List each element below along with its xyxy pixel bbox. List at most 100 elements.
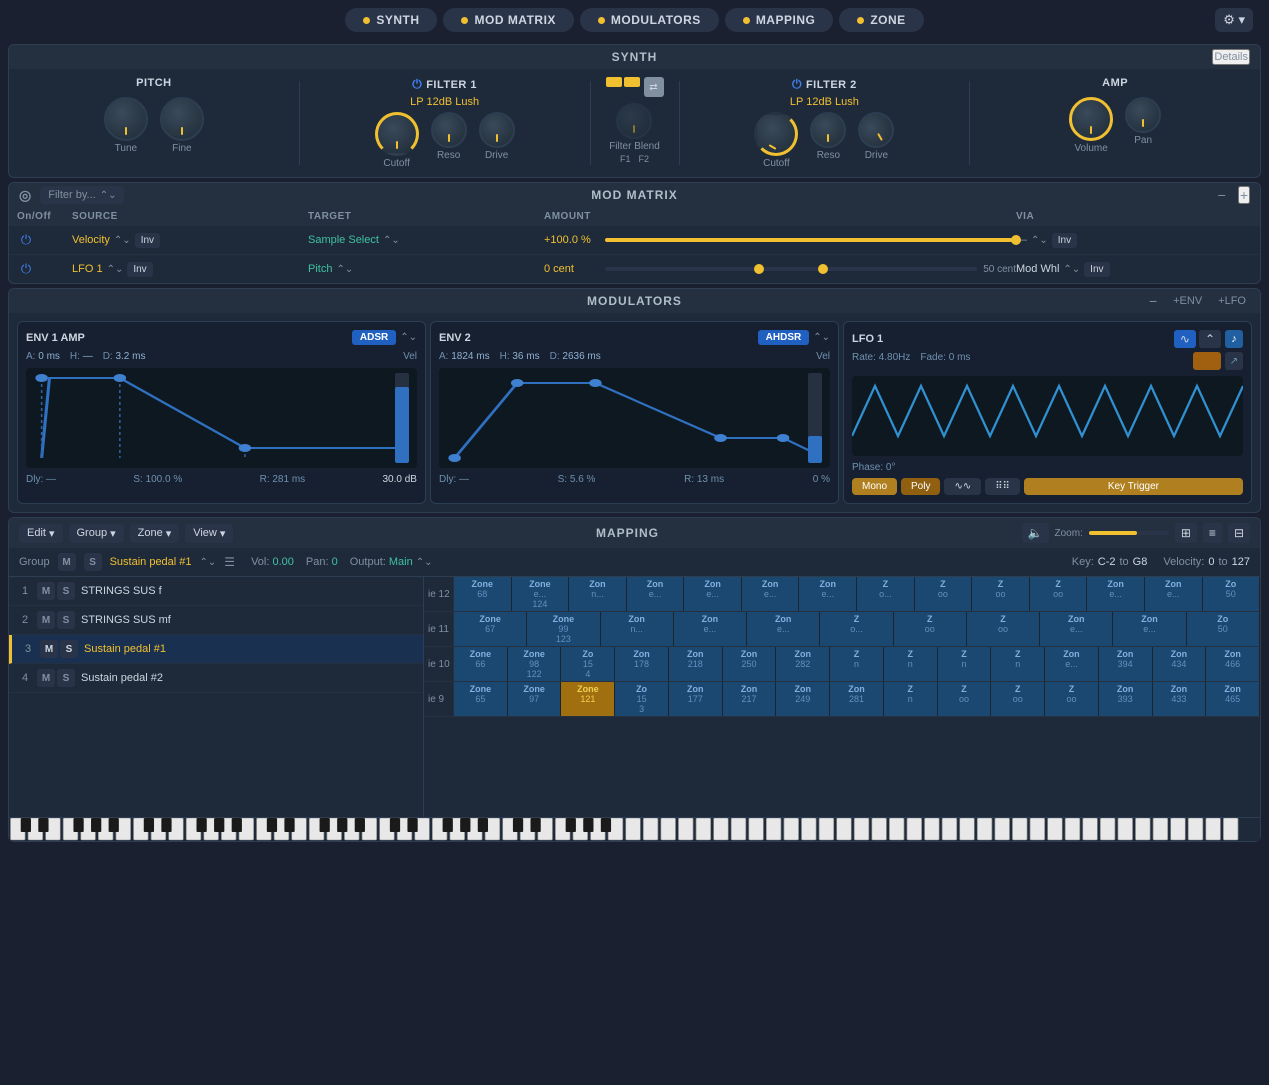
- piano-view-btn[interactable]: ⊞: [1175, 523, 1197, 543]
- cell-10-15[interactable]: Zon466: [1206, 647, 1260, 681]
- filter2-type-select[interactable]: LP 12dB Lush: [790, 96, 859, 108]
- lfo-poly-btn[interactable]: Poly: [901, 478, 940, 495]
- cell-10-1[interactable]: Zone66: [454, 647, 508, 681]
- speaker-icon-btn[interactable]: 🔈: [1022, 523, 1049, 543]
- tab-modulators[interactable]: MODULATORS: [580, 8, 719, 32]
- cell-9-4[interactable]: Zo153: [615, 682, 669, 716]
- lfo-sawtooth-btn[interactable]: ∿: [1174, 330, 1196, 348]
- add-env-button[interactable]: +ENV: [1169, 295, 1206, 307]
- cell-10-2[interactable]: Zone98122: [508, 647, 562, 681]
- cell-11-2[interactable]: Zone99123: [527, 612, 600, 646]
- mod-row1-via-chevron[interactable]: ⌃⌄: [1031, 235, 1048, 246]
- env2-display[interactable]: [439, 368, 830, 468]
- filter2-reso-knob[interactable]: [810, 112, 846, 148]
- cell-12-3[interactable]: Zonn...: [569, 577, 627, 611]
- cell-11-4[interactable]: Zone...: [674, 612, 747, 646]
- cell-12-11[interactable]: Zoo: [1030, 577, 1088, 611]
- filter1-type-select[interactable]: LP 12dB Lush: [410, 96, 479, 108]
- cell-12-12[interactable]: Zone...: [1087, 577, 1145, 611]
- add-mod-button[interactable]: +: [1238, 186, 1250, 204]
- pan-knob[interactable]: [1125, 97, 1161, 133]
- cell-10-4[interactable]: Zon178: [615, 647, 669, 681]
- zone-row-2[interactable]: 2 M S STRINGS SUS mf: [9, 606, 423, 635]
- tab-mapping[interactable]: MAPPING: [725, 8, 834, 32]
- cell-11-9[interactable]: Zone...: [1040, 612, 1113, 646]
- cell-9-2[interactable]: Zone97: [508, 682, 562, 716]
- mod-row1-slider[interactable]: [605, 238, 1016, 242]
- list-view-btn[interactable]: ≡: [1203, 523, 1222, 543]
- cell-9-5[interactable]: Zon177: [669, 682, 723, 716]
- mod-row2-source-chevron[interactable]: ⌃⌄: [107, 264, 124, 275]
- cell-11-6[interactable]: Zo...: [820, 612, 893, 646]
- tab-mod-matrix[interactable]: MOD MATRIX: [443, 8, 573, 32]
- zone-2-solo[interactable]: S: [57, 611, 75, 629]
- cell-10-6[interactable]: Zon250: [723, 647, 777, 681]
- cell-10-8[interactable]: Zn: [830, 647, 884, 681]
- lfo1-display[interactable]: [852, 376, 1243, 456]
- mod-row1-source-chevron[interactable]: ⌃⌄: [114, 235, 131, 246]
- filter-blend-knob[interactable]: [616, 103, 652, 139]
- lfo-triangle-btn[interactable]: ⌃: [1199, 330, 1221, 348]
- zone-4-mute[interactable]: M: [37, 669, 55, 687]
- cell-9-13[interactable]: Zon393: [1099, 682, 1153, 716]
- cell-12-10[interactable]: Zoo: [972, 577, 1030, 611]
- env1-display[interactable]: [26, 368, 417, 468]
- cell-12-8[interactable]: Zo...: [857, 577, 915, 611]
- mod-row1-target-chevron[interactable]: ⌃⌄: [383, 235, 400, 246]
- env1-type-chevron[interactable]: ⌃⌄: [400, 332, 417, 343]
- remove-modulator-button[interactable]: −: [1145, 293, 1161, 309]
- filter1-reso-knob[interactable]: [431, 112, 467, 148]
- mod-row2-slider[interactable]: [605, 267, 977, 271]
- mod-row1-inv2[interactable]: Inv: [1052, 233, 1077, 248]
- mod-row2-target-chevron[interactable]: ⌃⌄: [336, 264, 353, 275]
- mod-row2-power[interactable]: ⏻: [17, 260, 35, 278]
- cell-9-1[interactable]: Zone65: [454, 682, 508, 716]
- cell-9-10[interactable]: Zoo: [938, 682, 992, 716]
- cell-10-11[interactable]: Zn: [991, 647, 1045, 681]
- mod-row2-inv1[interactable]: Inv: [127, 262, 152, 277]
- cell-11-1[interactable]: Zone67: [454, 612, 527, 646]
- group-mute-btn[interactable]: M: [58, 553, 76, 571]
- key-trigger-btn[interactable]: Key Trigger: [1024, 478, 1243, 495]
- zone-row-4[interactable]: 4 M S Sustain pedal #2: [9, 664, 423, 693]
- cell-9-14[interactable]: Zon433: [1153, 682, 1207, 716]
- cell-12-7[interactable]: Zone...: [799, 577, 857, 611]
- tab-synth[interactable]: SYNTH: [345, 8, 437, 32]
- cell-9-15[interactable]: Zon465: [1206, 682, 1260, 716]
- cell-12-1[interactable]: Zone68: [454, 577, 512, 611]
- cell-11-5[interactable]: Zone...: [747, 612, 820, 646]
- remove-mod-button[interactable]: −: [1214, 187, 1230, 203]
- cell-12-5[interactable]: Zone...: [684, 577, 742, 611]
- filter2-power-icon[interactable]: ⏻: [792, 77, 802, 92]
- zone-row-1[interactable]: 1 M S STRINGS SUS f: [9, 577, 423, 606]
- volume-knob[interactable]: [1069, 97, 1113, 141]
- cell-10-7[interactable]: Zon282: [776, 647, 830, 681]
- cell-9-11[interactable]: Zoo: [991, 682, 1045, 716]
- tab-zone[interactable]: ZONE: [839, 8, 923, 32]
- cell-12-9[interactable]: Zoo: [915, 577, 973, 611]
- filter-blend-icon2[interactable]: ⇄: [644, 77, 664, 97]
- cell-11-10[interactable]: Zone...: [1113, 612, 1186, 646]
- cell-11-11[interactable]: Zo50: [1187, 612, 1260, 646]
- env2-type-chevron[interactable]: ⌃⌄: [813, 332, 830, 343]
- cell-10-5[interactable]: Zon218: [669, 647, 723, 681]
- group-name-chevron[interactable]: ⌃⌄: [200, 557, 217, 568]
- lfo-note-icon[interactable]: ♪: [1225, 330, 1243, 348]
- cell-9-7[interactable]: Zon249: [776, 682, 830, 716]
- cell-10-12[interactable]: Zone...: [1045, 647, 1099, 681]
- view-button[interactable]: View ▾: [185, 524, 233, 543]
- cell-10-13[interactable]: Zon394: [1099, 647, 1153, 681]
- mod-row2-inv2[interactable]: Inv: [1084, 262, 1109, 277]
- cell-11-3[interactable]: Zonn...: [601, 612, 674, 646]
- cell-10-10[interactable]: Zn: [938, 647, 992, 681]
- zone-3-solo[interactable]: S: [60, 640, 78, 658]
- cell-9-3[interactable]: Zone121: [561, 682, 615, 716]
- filter2-cutoff-knob[interactable]: [754, 112, 798, 156]
- cell-11-7[interactable]: Zoo: [894, 612, 967, 646]
- filter1-power-icon[interactable]: ⏻: [412, 77, 422, 92]
- tune-knob[interactable]: [104, 97, 148, 141]
- cell-12-6[interactable]: Zone...: [742, 577, 800, 611]
- cell-11-8[interactable]: Zoo: [967, 612, 1040, 646]
- group-solo-btn[interactable]: S: [84, 553, 102, 571]
- cell-12-4[interactable]: Zone...: [627, 577, 685, 611]
